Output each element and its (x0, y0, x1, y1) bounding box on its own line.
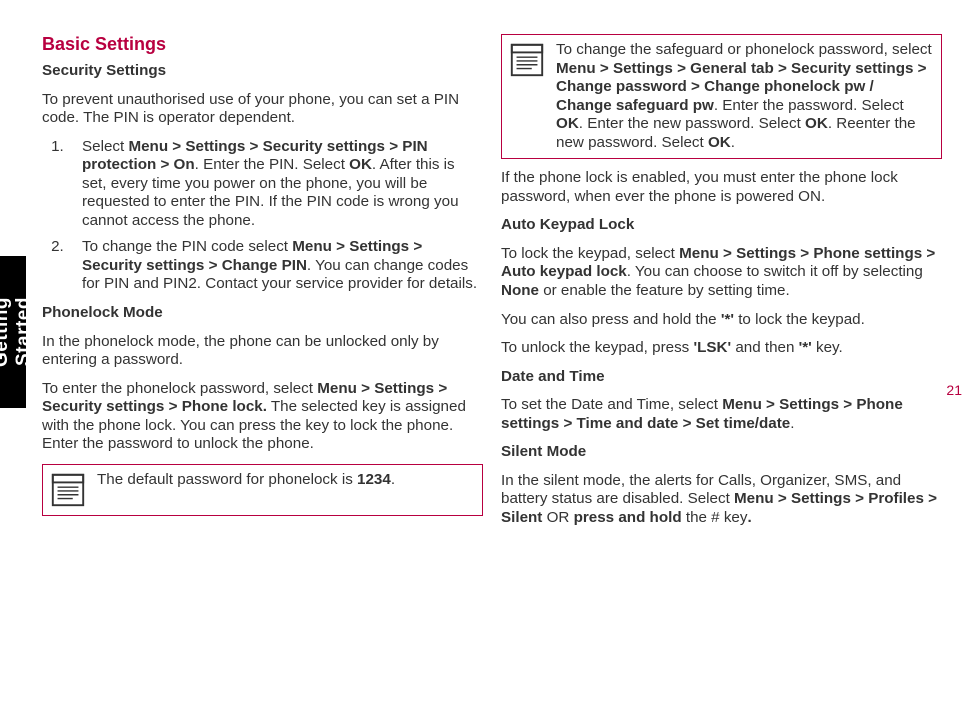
left-column: Basic Settings Security Settings To prev… (42, 34, 483, 537)
para-keypad-lock: To lock the keypad, select Menu > Settin… (501, 245, 942, 301)
list-item: To change the PIN code select Menu > Set… (68, 238, 483, 294)
heading-basic-settings: Basic Settings (42, 34, 483, 56)
text: . (747, 509, 751, 526)
text: . Enter the password. Select (714, 97, 904, 114)
text: . You can choose to switch it off by sel… (627, 263, 923, 280)
key-label: '*' (721, 311, 734, 328)
heading-phonelock-mode: Phonelock Mode (42, 304, 483, 323)
text: . Enter the PIN. Select (195, 156, 349, 173)
ok-label: OK (556, 115, 579, 132)
none-label: None (501, 282, 539, 299)
ok-label: OK (708, 134, 731, 151)
para-pin-intro: To prevent unauthorised use of your phon… (42, 91, 483, 128)
note-icon (508, 41, 546, 79)
text: To enter the phonelock password, select (42, 380, 317, 397)
para-press-hold-star: You can also press and hold the '*' to l… (501, 311, 942, 330)
note-text: The default password for phonelock is 12… (97, 471, 474, 509)
page-number: 21 (946, 382, 962, 398)
para-set-date-time: To set the Date and Time, select Menu > … (501, 396, 942, 433)
heading-silent-mode: Silent Mode (501, 443, 942, 462)
key-label: '*' (799, 339, 812, 356)
page-content: Basic Settings Security Settings To prev… (42, 34, 942, 537)
para-phonelock-enabled: If the phone lock is enabled, you must e… (501, 169, 942, 206)
text: key. (812, 339, 843, 356)
text: . (731, 134, 735, 151)
text: To set the Date and Time, select (501, 396, 722, 413)
text: Select (82, 138, 128, 155)
password-value: 1234 (357, 471, 391, 488)
text: . (391, 471, 395, 488)
text: The default password for phonelock is (97, 471, 357, 488)
text: . Enter the new password. Select (579, 115, 805, 132)
heading-auto-keypad-lock: Auto Keypad Lock (501, 216, 942, 235)
text: To unlock the keypad, press (501, 339, 693, 356)
text: OR (542, 509, 573, 526)
text: the # key (682, 509, 748, 526)
note-default-password: The default password for phonelock is 12… (42, 464, 483, 516)
note-text: To change the safeguard or phonelock pas… (556, 41, 933, 152)
para-silent-mode: In the silent mode, the alerts for Calls… (501, 472, 942, 528)
side-tab-label: Getting Started (0, 256, 26, 408)
heading-security-settings: Security Settings (42, 62, 483, 81)
text: To change the PIN code select (82, 238, 292, 255)
para-phonelock-desc: In the phonelock mode, the phone can be … (42, 333, 483, 370)
ok-label: OK (349, 156, 372, 173)
pin-steps-list: Select Menu > Settings > Security settin… (42, 138, 483, 294)
key-label: 'LSK' (693, 339, 731, 356)
para-unlock-keypad: To unlock the keypad, press 'LSK' and th… (501, 339, 942, 358)
text: to lock the keypad. (734, 311, 865, 328)
para-phonelock-steps: To enter the phonelock password, select … (42, 380, 483, 454)
text: To change the safeguard or phonelock pas… (556, 41, 932, 58)
text: and then (731, 339, 799, 356)
text: or enable the feature by setting time. (539, 282, 790, 299)
ok-label: OK (805, 115, 828, 132)
press-hold-label: press and hold (574, 509, 682, 526)
note-icon (49, 471, 87, 509)
list-item: Select Menu > Settings > Security settin… (68, 138, 483, 231)
right-column: To change the safeguard or phonelock pas… (501, 34, 942, 537)
note-change-password: To change the safeguard or phonelock pas… (501, 34, 942, 159)
heading-date-time: Date and Time (501, 368, 942, 387)
text: To lock the keypad, select (501, 245, 679, 262)
text: . (790, 415, 794, 432)
text: You can also press and hold the (501, 311, 721, 328)
